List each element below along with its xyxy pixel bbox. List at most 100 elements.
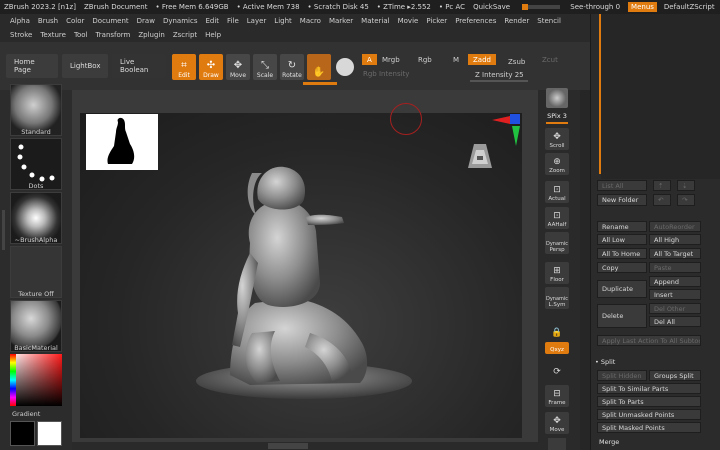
see-through-label[interactable]: See-through 0 bbox=[514, 3, 628, 11]
arrow-up-button[interactable]: ⇡ bbox=[653, 180, 671, 191]
menu-draw[interactable]: Draw bbox=[133, 17, 159, 25]
menu-help[interactable]: Help bbox=[201, 31, 225, 39]
down-button[interactable]: ↷ bbox=[677, 194, 695, 206]
new-folder-button[interactable]: New Folder bbox=[597, 194, 647, 206]
menus-button[interactable]: Menus bbox=[628, 2, 657, 12]
menu-movie[interactable]: Movie bbox=[394, 17, 423, 25]
split-masked-points-button[interactable]: Split Masked Points bbox=[597, 422, 701, 433]
paste-button[interactable]: Paste bbox=[649, 262, 701, 273]
menu-preferences[interactable]: Preferences bbox=[451, 17, 500, 25]
menu-file[interactable]: File bbox=[223, 17, 243, 25]
live-boolean-button[interactable]: Live Boolean bbox=[112, 54, 166, 78]
main-color-swatch[interactable] bbox=[37, 421, 62, 446]
menu-tool[interactable]: Tool bbox=[70, 31, 92, 39]
menu-edit[interactable]: Edit bbox=[201, 17, 223, 25]
navigation-thumbnail[interactable] bbox=[86, 114, 158, 170]
lightbox-button[interactable]: LightBox bbox=[62, 54, 108, 78]
scroll-button[interactable]: ✥ Scroll bbox=[545, 128, 569, 150]
del-all-button[interactable]: Del All bbox=[649, 316, 701, 327]
menu-document[interactable]: Document bbox=[88, 17, 132, 25]
gizmo-button[interactable]: ✋ bbox=[307, 54, 331, 80]
spix-slider[interactable]: SPix 3 bbox=[540, 112, 574, 120]
left-tray-scroll[interactable] bbox=[2, 210, 5, 250]
menu-dynamics[interactable]: Dynamics bbox=[159, 17, 202, 25]
menu-picker[interactable]: Picker bbox=[422, 17, 451, 25]
floor-button[interactable]: ⊞ Floor bbox=[545, 262, 569, 284]
menu-light[interactable]: Light bbox=[270, 17, 295, 25]
quicksave-button[interactable]: QuickSave bbox=[469, 3, 514, 11]
del-other-button[interactable]: Del Other bbox=[649, 303, 701, 314]
menu-alpha[interactable]: Alpha bbox=[6, 17, 34, 25]
split-hidden-button[interactable]: Split Hidden bbox=[597, 370, 647, 381]
aahalf-button[interactable]: ⊡ AAHalf bbox=[545, 207, 569, 229]
split-similar-parts-button[interactable]: Split To Similar Parts bbox=[597, 383, 701, 394]
rotate-axis-button[interactable]: ⟳ bbox=[545, 357, 569, 379]
delete-button[interactable]: Delete bbox=[597, 304, 647, 328]
copy-button[interactable]: Copy bbox=[597, 262, 647, 273]
all-to-target-button[interactable]: All To Target bbox=[649, 248, 701, 259]
all-high-button[interactable]: All High bbox=[649, 234, 701, 245]
menu-transform[interactable]: Transform bbox=[92, 31, 135, 39]
extra-view-button[interactable] bbox=[548, 438, 566, 450]
zadd-toggle[interactable]: Zadd bbox=[468, 54, 496, 65]
menu-macro[interactable]: Macro bbox=[296, 17, 325, 25]
rgb-intensity-slider[interactable]: Rgb Intensity bbox=[358, 68, 414, 79]
edit-button[interactable]: ⌗ Edit bbox=[172, 54, 196, 80]
arrow-down-button[interactable]: ⇣ bbox=[677, 180, 695, 191]
lock-button[interactable]: 🔒 bbox=[545, 318, 569, 340]
menu-marker[interactable]: Marker bbox=[325, 17, 357, 25]
zoom-button[interactable]: ⊕ Zoom bbox=[545, 153, 569, 175]
material-sphere-icon[interactable] bbox=[336, 58, 354, 76]
menu-zplugin[interactable]: Zplugin bbox=[134, 31, 168, 39]
persp-button[interactable]: Dynamic Persp bbox=[545, 232, 569, 254]
split-unmasked-points-button[interactable]: Split Unmasked Points bbox=[597, 409, 701, 420]
groups-split-button[interactable]: Groups Split bbox=[649, 370, 701, 381]
m-toggle[interactable]: M bbox=[448, 54, 464, 65]
merge-section-title[interactable]: Merge bbox=[599, 438, 619, 446]
xyz-button[interactable]: Qxyz bbox=[545, 342, 569, 354]
bpr-button[interactable] bbox=[546, 88, 568, 108]
duplicate-button[interactable]: Duplicate bbox=[597, 280, 647, 298]
bottom-shelf-handle[interactable] bbox=[268, 443, 308, 449]
insert-button[interactable]: Insert bbox=[649, 289, 701, 300]
rotate-button[interactable]: ↻ Rotate bbox=[280, 54, 304, 80]
menu-texture[interactable]: Texture bbox=[36, 31, 70, 39]
home-page-button[interactable]: Home Page bbox=[6, 54, 58, 78]
rename-button[interactable]: Rename bbox=[597, 221, 647, 232]
all-low-button[interactable]: All Low bbox=[597, 234, 647, 245]
menu-color[interactable]: Color bbox=[62, 17, 88, 25]
all-to-home-button[interactable]: All To Home bbox=[597, 248, 647, 259]
menu-material[interactable]: Material bbox=[357, 17, 393, 25]
color-picker[interactable] bbox=[10, 354, 62, 406]
move-button[interactable]: ✥ Move bbox=[226, 54, 250, 80]
scale-button[interactable]: ⤡ Scale bbox=[253, 54, 277, 80]
rgb-toggle[interactable]: Rgb bbox=[413, 54, 437, 65]
z-intensity-slider[interactable]: Z Intensity 25 bbox=[470, 69, 529, 80]
list-all-button[interactable]: List All bbox=[597, 180, 647, 191]
actual-button[interactable]: ⊡ Actual bbox=[545, 181, 569, 203]
subtool-list[interactable] bbox=[601, 14, 720, 179]
apply-last-action-button[interactable]: Apply Last Action To All Subtools bbox=[597, 335, 701, 346]
draw-button[interactable]: ✣ Draw bbox=[199, 54, 223, 80]
split-section-title[interactable]: • Split bbox=[595, 358, 615, 366]
mrgb-toggle[interactable]: Mrgb bbox=[377, 54, 405, 65]
autoreorder-button[interactable]: AutoReorder bbox=[649, 221, 701, 232]
lsym-button[interactable]: Dynamic L.Sym bbox=[545, 287, 569, 309]
zsub-toggle[interactable]: Zsub bbox=[503, 56, 530, 67]
view-cube[interactable] bbox=[466, 140, 494, 174]
menu-zscript[interactable]: Zscript bbox=[169, 31, 201, 39]
hue-strip[interactable] bbox=[10, 354, 16, 406]
frame-button[interactable]: ⊟ Frame bbox=[545, 385, 569, 407]
menu-layer[interactable]: Layer bbox=[243, 17, 271, 25]
secondary-color-swatch[interactable] bbox=[10, 421, 35, 446]
zcut-toggle[interactable]: Zcut bbox=[537, 54, 563, 65]
default-zscript[interactable]: DefaultZScript bbox=[660, 3, 719, 11]
menu-render[interactable]: Render bbox=[500, 17, 533, 25]
menu-stencil[interactable]: Stencil bbox=[533, 17, 565, 25]
menu-brush[interactable]: Brush bbox=[34, 17, 62, 25]
move-view-button[interactable]: ✥ Move bbox=[545, 412, 569, 434]
append-button[interactable]: Append bbox=[649, 276, 701, 287]
up-button[interactable]: ↶ bbox=[653, 194, 671, 206]
menu-stroke[interactable]: Stroke bbox=[6, 31, 36, 39]
see-through-slider[interactable] bbox=[522, 4, 561, 10]
